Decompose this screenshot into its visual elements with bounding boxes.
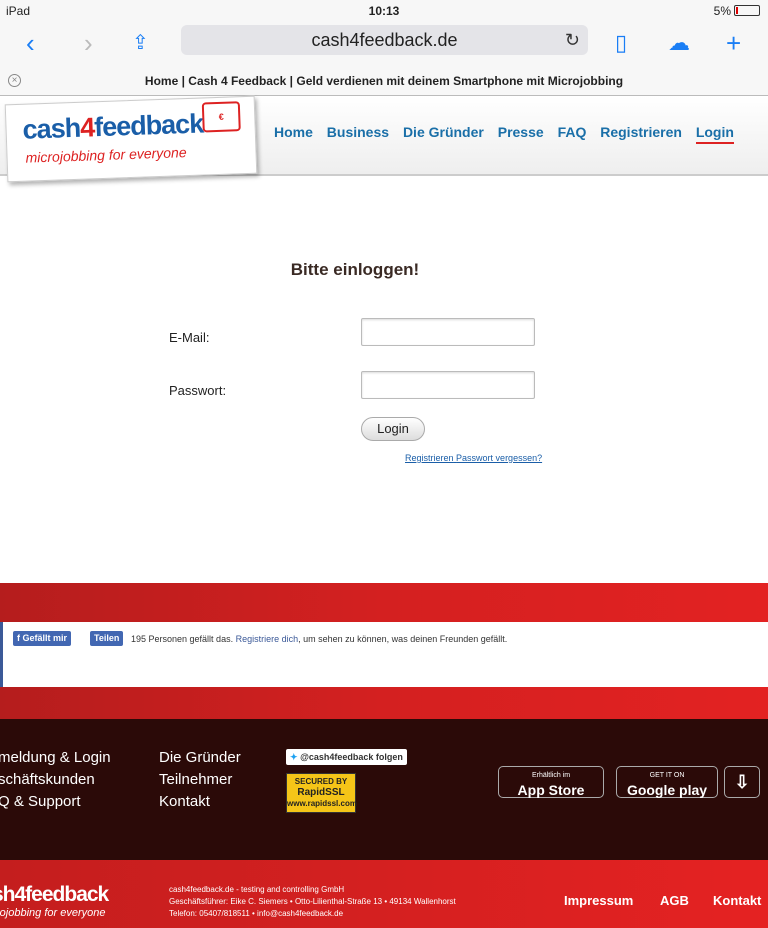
twitter-follow-button[interactable]: ✦ @cash4feedback folgen [286, 749, 407, 765]
battery-indicator: 5% [714, 4, 760, 18]
footer-column-2: Die Gründer Teilnehmer Kontakt [159, 747, 241, 813]
kontakt-link[interactable]: Kontakt [713, 893, 761, 908]
site-header: cash4feedback microjobbing for everyone … [0, 95, 768, 183]
nav-home[interactable]: Home [274, 124, 313, 140]
download-icon[interactable]: ⇩ [724, 766, 760, 798]
footer-link[interactable]: Die Gründer [159, 747, 241, 769]
form-links: Registrieren Passwort vergessen? [405, 453, 542, 463]
footer: meldung & Login schäftskunden Q & Suppor… [0, 719, 768, 860]
footer-link[interactable]: Kontakt [159, 791, 241, 813]
bottom-bar: sh4feedback rojobbing for everyone cash4… [0, 860, 768, 928]
tab-bar: × Home | Cash 4 Feedback | Geld verdiene… [0, 66, 768, 96]
url-text: cash4feedback.de [311, 30, 458, 50]
company-info: cash4feedback.de - testing and controlli… [169, 885, 456, 918]
nav-faq[interactable]: FAQ [558, 124, 587, 140]
nav-founders[interactable]: Die Gründer [403, 124, 484, 140]
impressum-link[interactable]: Impressum [564, 893, 633, 908]
clock: 10:13 [368, 4, 400, 18]
nav-press[interactable]: Presse [498, 124, 544, 140]
tab-title[interactable]: Home | Cash 4 Feedback | Geld verdienen … [145, 74, 623, 88]
site-logo[interactable]: cash4feedback microjobbing for everyone … [4, 95, 258, 183]
login-heading: Bitte einloggen! [290, 260, 420, 279]
footer-link[interactable]: Teilnehmer [159, 769, 241, 791]
nav-business[interactable]: Business [327, 124, 389, 140]
agb-link[interactable]: AGB [660, 893, 689, 908]
facebook-widget: f Gefällt mir Teilen 195 Personen gefäll… [0, 622, 768, 687]
facebook-text: 195 Personen gefällt das. Registriere di… [131, 634, 508, 644]
bookmarks-icon[interactable]: ▯ [615, 28, 627, 58]
password-label: Passwort: [169, 383, 227, 398]
logo-slogan: microjobbing for everyone [25, 144, 187, 166]
logo-text: cash4feedback [22, 108, 204, 145]
reload-icon[interactable]: ↻ [565, 25, 580, 55]
google-play-badge[interactable]: GET IT ON Google play [616, 766, 718, 798]
footer-slogan: rojobbing for everyone [0, 907, 106, 919]
twitter-icon: ✦ [290, 752, 298, 762]
status-bar: iPad 10:13 5% [0, 0, 768, 22]
register-link[interactable]: Registrieren [405, 453, 454, 463]
footer-column-1: meldung & Login schäftskunden Q & Suppor… [0, 747, 111, 813]
password-field[interactable] [361, 371, 535, 399]
app-store-badge[interactable]: Erhältlich im App Store [498, 766, 604, 798]
address-bar[interactable]: cash4feedback.de ↻ [181, 25, 588, 55]
facebook-like-button[interactable]: f Gefällt mir [13, 631, 72, 646]
email-field[interactable] [361, 318, 535, 346]
footer-link[interactable]: Q & Support [0, 791, 111, 813]
main-navigation: Home Business Die Gründer Presse FAQ Reg… [274, 124, 744, 144]
nav-register[interactable]: Registrieren [600, 124, 682, 140]
close-tab-icon[interactable]: × [8, 74, 21, 87]
battery-icon [734, 5, 760, 16]
forgot-password-link[interactable]: Passwort vergessen? [456, 453, 542, 463]
nav-login[interactable]: Login [695, 124, 734, 144]
share-icon[interactable]: ⇪ [132, 28, 149, 58]
speech-bubble-icon: € [201, 101, 241, 133]
new-tab-icon[interactable]: + [726, 28, 741, 58]
email-label: E-Mail: [169, 330, 210, 345]
footer-link[interactable]: schäftskunden [0, 769, 111, 791]
footer-link[interactable]: meldung & Login [0, 747, 111, 769]
cloud-tabs-icon[interactable]: ☁ [668, 28, 690, 58]
facebook-share-button[interactable]: Teilen [90, 631, 124, 646]
back-icon[interactable]: ‹ [26, 28, 35, 58]
login-button[interactable]: Login [361, 417, 425, 441]
forward-icon[interactable]: › [84, 28, 93, 58]
rapidssl-seal[interactable]: SECURED BY RapidSSL www.rapidssl.com [286, 773, 357, 813]
footer-logo[interactable]: sh4feedback [0, 883, 109, 907]
facebook-register-link[interactable]: Registriere dich [236, 634, 299, 644]
browser-toolbar: ‹ › ⇪ cash4feedback.de ↻ ▯ ☁ + [0, 22, 768, 66]
